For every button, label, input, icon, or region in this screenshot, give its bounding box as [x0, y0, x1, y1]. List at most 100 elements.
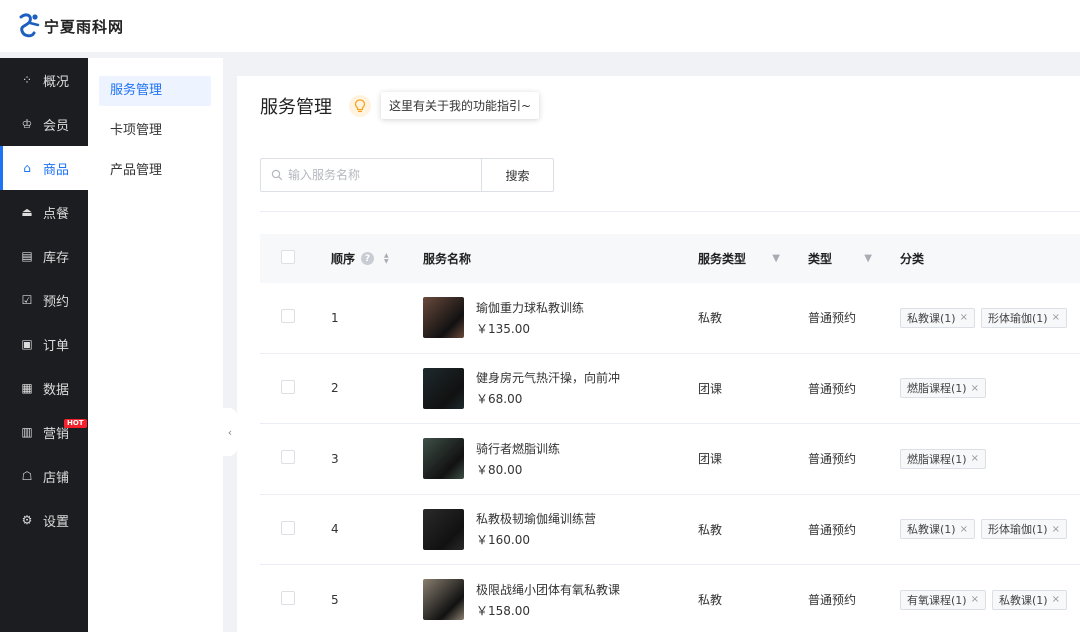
table-row[interactable]: 4 私教极韧瑜伽绳训练营 ￥160.00 私教 普通预约 私教课(1) × 形体瑜伽(1) ×: [260, 495, 1080, 565]
remove-tag-icon[interactable]: ×: [1052, 524, 1060, 535]
remove-tag-icon[interactable]: ×: [971, 453, 979, 464]
remove-tag-icon[interactable]: ×: [960, 312, 968, 323]
food-cover-icon: ⏏: [21, 205, 33, 219]
order-value: 1: [331, 310, 339, 325]
table-header: 顺序 ? ▲ ▼ 服务名称 服务类型 ▼ 类型 ▼ 分类: [260, 234, 1080, 283]
row-checkbox[interactable]: [281, 309, 295, 324]
tag-label: 有氧课程(1): [907, 593, 967, 607]
service-price: ￥80.00: [476, 462, 523, 477]
sidebar-item-6[interactable]: ▣ 订单: [0, 322, 88, 366]
table-row[interactable]: 3 骑行者燃脂训练 ￥80.00 团课 普通预约 燃脂课程(1) ×: [260, 424, 1080, 495]
lightbulb-icon[interactable]: [349, 94, 371, 117]
table-row[interactable]: 1 瑜伽重力球私教训练 ￥135.00 私教 普通预约 私教课(1) × 形体瑜伽(1) ×: [260, 283, 1080, 354]
header-service-type: 服务类型: [698, 252, 747, 266]
shop-icon: ☖: [21, 469, 33, 483]
tag-label: 私教课(1): [907, 311, 956, 325]
sidebar-item-9[interactable]: ☖ 店铺: [0, 454, 88, 498]
help-icon[interactable]: ?: [361, 252, 375, 265]
row-checkbox[interactable]: [281, 591, 295, 606]
sidebar-item-label: 订单: [43, 338, 70, 354]
search-button[interactable]: 搜索: [481, 158, 554, 192]
row-checkbox[interactable]: [281, 379, 295, 394]
remove-tag-icon[interactable]: ×: [1052, 312, 1060, 323]
chevron-left-icon: ‹: [227, 425, 233, 439]
sidebar-item-10[interactable]: ⚙ 设置: [0, 498, 88, 542]
sidebar-item-1[interactable]: ♔ 会员: [0, 102, 88, 146]
service-name[interactable]: 骑行者燃脂训练: [476, 440, 560, 457]
main-sidebar: ⁘ 概况 ♔ 会员 ⌂ 商品 ⏏ 点餐 ▤ 库存 ☑ 预约 ▣ 订单 ▦ 数据 ▥ 营销 HOT ☖ 店铺 ⚙ 设置: [0, 58, 88, 632]
search-icon: [271, 169, 283, 181]
header-category: 分类: [900, 252, 925, 266]
header-type: 类型: [808, 252, 833, 266]
filter-icon[interactable]: ▼: [772, 253, 780, 264]
service-table: 顺序 ? ▲ ▼ 服务名称 服务类型 ▼ 类型 ▼ 分类 1 瑜伽重力球私教训练 ￥1…: [260, 234, 1080, 632]
store-icon: ⌂: [23, 161, 31, 175]
service-thumbnail: [423, 297, 464, 339]
type-value: 普通预约: [808, 452, 857, 467]
sidebar-item-4[interactable]: ▤ 库存: [0, 234, 88, 278]
service-name[interactable]: 私教极韧瑜伽绳训练营: [476, 510, 596, 527]
page-header: 服务管理 这里有关于我的功能指引~: [260, 92, 540, 119]
collapse-sidebar-button[interactable]: ‹: [223, 408, 237, 456]
service-price: ￥160.00: [476, 533, 530, 548]
table-row[interactable]: 5 极限战绳小团体有氧私教课 ￥158.00 私教 普通预约 有氧课程(1) × 私教课(1)…: [260, 565, 1080, 632]
tag-label: 私教课(1): [998, 593, 1048, 607]
logo-mark-icon: [19, 13, 40, 38]
order-value: 3: [331, 451, 339, 466]
header-order: 顺序: [331, 252, 356, 266]
divider: [260, 211, 1080, 212]
tag-label: 形体瑜伽(1): [987, 523, 1048, 537]
service-type-value: 私教: [698, 311, 723, 326]
sidebar-item-label: 商品: [43, 162, 70, 178]
guide-tip[interactable]: 这里有关于我的功能指引~: [381, 92, 540, 119]
remove-tag-icon[interactable]: ×: [960, 524, 968, 535]
sidebar-item-5[interactable]: ☑ 预约: [0, 278, 88, 322]
warehouse-icon: ▤: [21, 249, 33, 263]
subnav-item-1[interactable]: 卡项管理: [99, 116, 211, 146]
row-checkbox[interactable]: [281, 450, 295, 465]
remove-tag-icon[interactable]: ×: [971, 594, 979, 605]
subnav-item-2[interactable]: 产品管理: [99, 156, 211, 186]
type-value: 普通预约: [808, 381, 857, 396]
order-icon: ▣: [21, 337, 33, 351]
service-price: ￥68.00: [476, 392, 523, 407]
crown-icon: ♔: [21, 117, 33, 131]
service-thumbnail: [423, 579, 464, 621]
service-thumbnail: [423, 508, 464, 550]
filter-icon[interactable]: ▼: [864, 253, 872, 264]
category-tag: 私教课(1) ×: [991, 589, 1067, 610]
category-tag: 私教课(1) ×: [900, 519, 975, 540]
service-name[interactable]: 极限战绳小团体有氧私教课: [476, 581, 620, 598]
main-panel: 服务管理 这里有关于我的功能指引~ 搜索 顺序 ? ▲▼: [237, 76, 1080, 632]
table-row[interactable]: 2 健身房元气热汗操，向前冲 ￥68.00 团课 普通预约 燃脂课程(1) ×: [260, 354, 1080, 424]
sidebar-item-3[interactable]: ⏏ 点餐: [0, 190, 88, 234]
sidebar-item-label: 会员: [43, 118, 70, 134]
sort-icon[interactable]: ▲ ▼: [384, 252, 389, 265]
sidebar-item-label: 库存: [43, 250, 70, 266]
sidebar-item-label: 数据: [43, 382, 70, 398]
tag-label: 燃脂课程(1): [907, 382, 967, 396]
service-type-value: 私教: [698, 593, 723, 608]
service-type-value: 团课: [698, 381, 723, 396]
hot-badge: HOT: [64, 419, 87, 428]
service-name[interactable]: 瑜伽重力球私教训练: [476, 299, 584, 316]
brand-logo[interactable]: 宁夏雨科网: [16, 11, 124, 41]
category-tag: 有氧课程(1) ×: [900, 589, 986, 610]
sidebar-item-0[interactable]: ⁘ 概况: [0, 58, 88, 102]
sidebar-item-7[interactable]: ▦ 数据: [0, 366, 88, 410]
sidebar-item-2[interactable]: ⌂ 商品: [0, 146, 88, 190]
sidebar-item-8[interactable]: ▥ 营销 HOT: [0, 410, 88, 454]
type-value: 普通预约: [808, 311, 857, 326]
select-all-checkbox[interactable]: [281, 250, 295, 264]
remove-tag-icon[interactable]: ×: [1052, 594, 1060, 605]
remove-tag-icon[interactable]: ×: [971, 383, 979, 394]
tag-label: 燃脂课程(1): [907, 452, 967, 466]
brand-name: 宁夏雨科网: [44, 17, 125, 36]
service-name[interactable]: 健身房元气热汗操，向前冲: [476, 369, 620, 386]
sidebar-item-label: 设置: [43, 514, 70, 530]
row-checkbox[interactable]: [281, 520, 295, 535]
service-price: ￥135.00: [476, 321, 530, 336]
service-thumbnail: [423, 438, 464, 480]
subnav-item-0[interactable]: 服务管理: [99, 76, 211, 106]
search-input[interactable]: [288, 168, 468, 182]
